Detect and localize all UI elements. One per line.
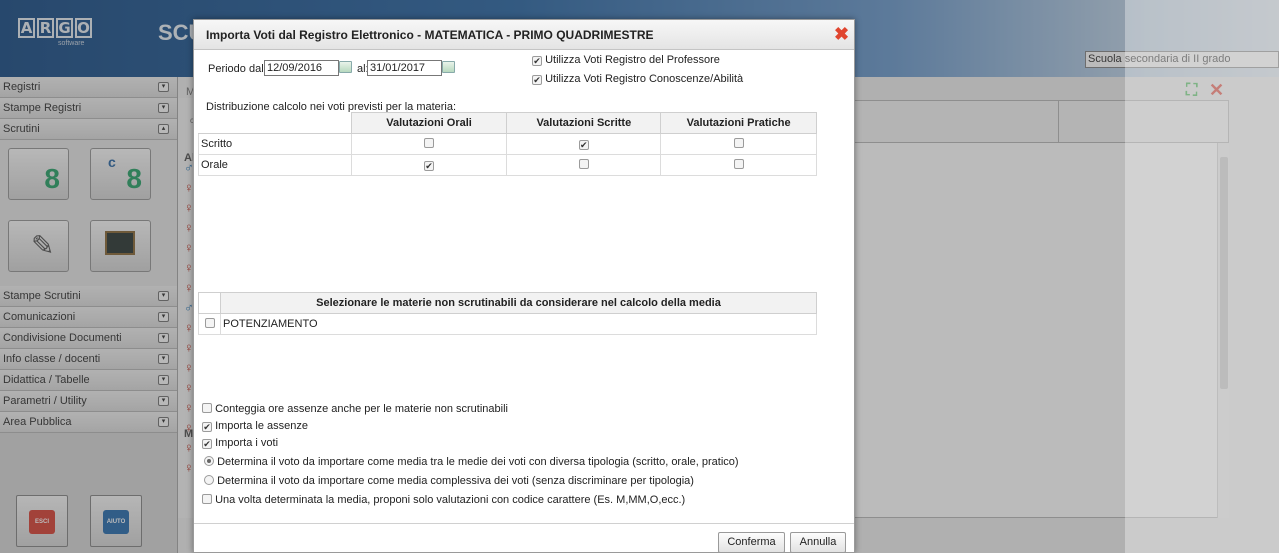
table-cell <box>506 154 662 176</box>
dialog-footer-divider <box>194 523 854 524</box>
date-from-field[interactable]: 12/09/2016 <box>264 60 339 76</box>
table-row: POTENZIAMENTO <box>198 313 817 335</box>
scritte-checkbox[interactable] <box>578 159 589 169</box>
row-label: Orale <box>198 154 352 176</box>
table-row: Orale ✔ <box>198 154 817 176</box>
calendar-icon[interactable] <box>339 61 352 73</box>
table-header: Valutazioni Pratiche <box>660 112 817 134</box>
opt-voti-checkbox[interactable]: ✔ <box>202 439 212 449</box>
opt-assenze-checkbox[interactable]: ✔ <box>202 422 212 432</box>
table-header: Valutazioni Scritte <box>506 112 662 134</box>
table-header-row: Valutazioni Orali Valutazioni Scritte Va… <box>198 112 817 134</box>
radio-tipologia-row: Determina il voto da importare come medi… <box>204 456 739 468</box>
opt-conoscenze-label: Utilizza Voti Registro Conoscenze/Abilit… <box>545 73 744 85</box>
radio-complessiva-row: Determina il voto da importare come medi… <box>204 475 694 487</box>
table-cell <box>660 133 817 155</box>
app-window: A R G O software SCU Scuola secondaria d… <box>0 0 1279 553</box>
scritte-checkbox[interactable]: ✔ <box>578 140 589 150</box>
opt-professore-row: ✔ Utilizza Voti Registro del Professore <box>532 54 720 66</box>
opt-voti-row: ✔ Importa i voti <box>202 437 278 449</box>
opt-carattere-row: Una volta determinata la media, proponi … <box>202 494 685 506</box>
opt-assenze-label: Importa le assenze <box>215 420 308 432</box>
table-header: Selezionare le materie non scrutinabili … <box>220 292 817 314</box>
import-votes-dialog: Importa Voti dal Registro Elettronico - … <box>193 19 855 553</box>
table-header: Valutazioni Orali <box>350 112 508 134</box>
opt-conteggia-row: Conteggia ore assenze anche per le mater… <box>202 403 508 415</box>
subject-checkbox[interactable] <box>204 318 215 328</box>
opt-conteggia-checkbox[interactable] <box>202 403 212 413</box>
opt-conoscenze-checkbox[interactable]: ✔ <box>532 75 542 85</box>
subject-label: POTENZIAMENTO <box>220 313 817 335</box>
table-cell <box>198 313 221 335</box>
radio-tipologia-label: Determina il voto da importare come medi… <box>217 456 739 468</box>
overlay-edge <box>1125 0 1279 553</box>
opt-conoscenze-row: ✔ Utilizza Voti Registro Conoscenze/Abil… <box>532 73 743 85</box>
orali-checkbox[interactable]: ✔ <box>424 161 435 171</box>
calendar-icon[interactable] <box>442 61 455 73</box>
opt-professore-checkbox[interactable]: ✔ <box>532 56 542 66</box>
opt-conteggia-label: Conteggia ore assenze anche per le mater… <box>215 403 508 415</box>
select-all-header <box>198 292 221 314</box>
orali-checkbox[interactable] <box>424 138 435 148</box>
subjects-table: Selezionare le materie non scrutinabili … <box>198 292 817 335</box>
table-header-row: Selezionare le materie non scrutinabili … <box>198 292 817 314</box>
opt-voti-label: Importa i voti <box>215 437 279 449</box>
distribution-table: Valutazioni Orali Valutazioni Scritte Va… <box>198 112 817 176</box>
table-cell: ✔ <box>350 154 508 176</box>
table-header <box>198 112 352 134</box>
radio-tipologia[interactable] <box>204 456 214 466</box>
close-icon[interactable]: ✖ <box>834 25 849 43</box>
table-cell <box>660 154 817 176</box>
table-row: Scritto ✔ <box>198 133 817 155</box>
row-label: Scritto <box>198 133 352 155</box>
opt-carattere-label: Una volta determinata la media, proponi … <box>215 494 686 506</box>
radio-complessiva-label: Determina il voto da importare come medi… <box>217 475 694 487</box>
opt-assenze-row: ✔ Importa le assenze <box>202 420 308 432</box>
radio-complessiva[interactable] <box>204 475 214 485</box>
pratiche-checkbox[interactable] <box>733 138 744 148</box>
opt-professore-label: Utilizza Voti Registro del Professore <box>545 54 720 66</box>
date-to-field[interactable]: 31/01/2017 <box>367 60 442 76</box>
confirm-button[interactable]: Conferma <box>718 532 785 553</box>
period-label: Periodo dal: <box>208 63 267 75</box>
table-cell <box>350 133 508 155</box>
opt-carattere-checkbox[interactable] <box>202 494 212 504</box>
pratiche-checkbox[interactable] <box>733 159 744 169</box>
table-cell: ✔ <box>506 133 662 155</box>
cancel-button[interactable]: Annulla <box>790 532 846 553</box>
dialog-title: Importa Voti dal Registro Elettronico - … <box>194 20 854 50</box>
